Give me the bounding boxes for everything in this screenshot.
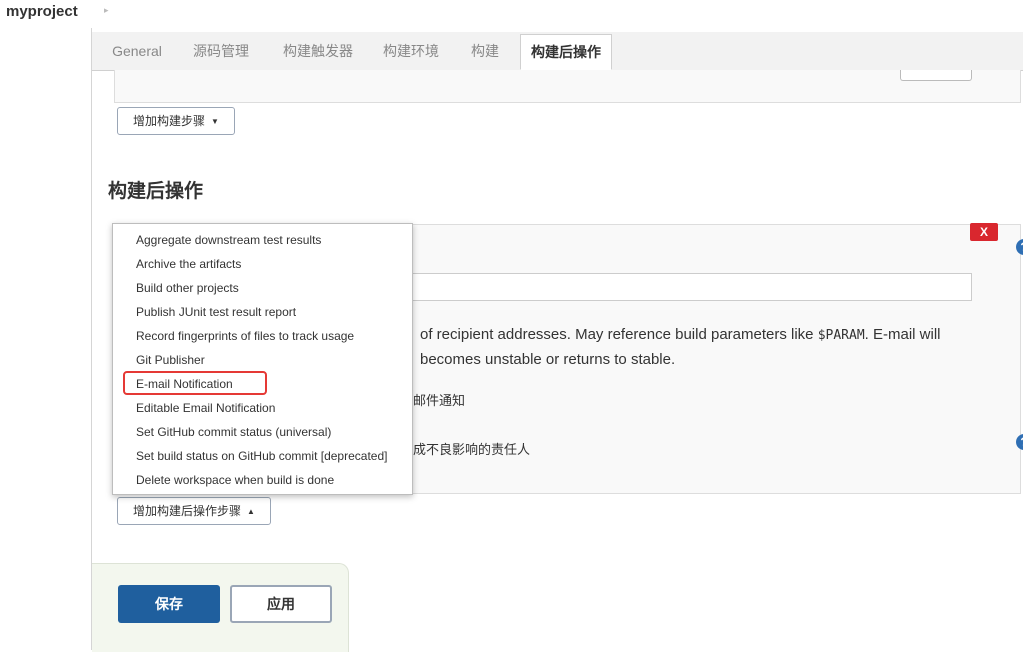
menu-item[interactable]: Archive the artifacts (136, 253, 241, 275)
add-post-build-step-label: 增加构建后操作步骤 (133, 504, 242, 518)
post-build-action-menu: Aggregate downstream test results Archiv… (112, 223, 413, 495)
menu-item[interactable]: Record fingerprints of files to track us… (136, 325, 354, 347)
highlight-annotation (123, 371, 267, 395)
add-post-build-step-button[interactable]: 增加构建后操作步骤 ▲ (117, 497, 271, 525)
menu-item[interactable]: Publish JUnit test result report (136, 301, 296, 323)
description-param: $PARAM (817, 328, 865, 343)
breadcrumb-arrow-icon[interactable]: ▸ (104, 5, 109, 16)
menu-item[interactable]: Set build status on GitHub commit [depre… (136, 445, 387, 467)
caret-up-icon: ▲ (247, 507, 255, 516)
help-icon[interactable]: ? (1016, 239, 1023, 255)
menu-item[interactable]: Aggregate downstream test results (136, 229, 321, 251)
breadcrumb: myproject ▸ (0, 0, 1023, 28)
tab-source-code[interactable]: 源码管理 (182, 32, 260, 70)
caret-down-icon: ▼ (211, 117, 219, 126)
apply-button[interactable]: 应用 (230, 585, 332, 623)
menu-item[interactable]: Git Publisher (136, 349, 205, 371)
description-text-1-end: . E-mail will (864, 326, 941, 343)
section-title-post-build: 构建后操作 (108, 181, 204, 202)
add-build-step-label: 增加构建步骤 (133, 114, 206, 128)
save-button[interactable]: 保存 (118, 585, 220, 623)
tab-general[interactable]: General (98, 32, 176, 70)
build-step-button-partial[interactable] (900, 70, 972, 81)
description-text-1: of recipient addresses. May reference bu… (420, 326, 818, 343)
bottom-action-bar: 保存 应用 (92, 563, 349, 652)
recipients-description: of recipient addresses. May reference bu… (420, 323, 1000, 372)
checkbox-label-every-unstable: 邮件通知 (413, 393, 466, 408)
tab-build-environment[interactable]: 构建环境 (372, 32, 450, 70)
menu-item[interactable]: Delete workspace when build is done (136, 469, 334, 491)
tab-build-triggers[interactable]: 构建触发器 (272, 32, 364, 70)
delete-publisher-button[interactable]: X (970, 223, 998, 241)
config-tabs: General 源码管理 构建触发器 构建环境 构建 构建后操作 (92, 32, 1023, 71)
menu-item[interactable]: Build other projects (136, 277, 239, 299)
add-build-step-button[interactable]: 增加构建步骤 ▼ (117, 107, 235, 135)
menu-item[interactable]: Set GitHub commit status (universal) (136, 421, 331, 443)
breadcrumb-project[interactable]: myproject (6, 3, 78, 20)
checkbox-label-individuals: 成不良影响的责任人 (413, 442, 531, 457)
help-icon[interactable]: ? (1016, 434, 1023, 450)
tab-post-build[interactable]: 构建后操作 (520, 34, 612, 70)
description-text-2: becomes unstable or returns to stable. (420, 351, 676, 368)
tab-build[interactable]: 构建 (458, 32, 512, 70)
recipients-input[interactable] (400, 273, 972, 301)
menu-item[interactable]: Editable Email Notification (136, 397, 275, 419)
build-step-panel (114, 70, 1021, 103)
